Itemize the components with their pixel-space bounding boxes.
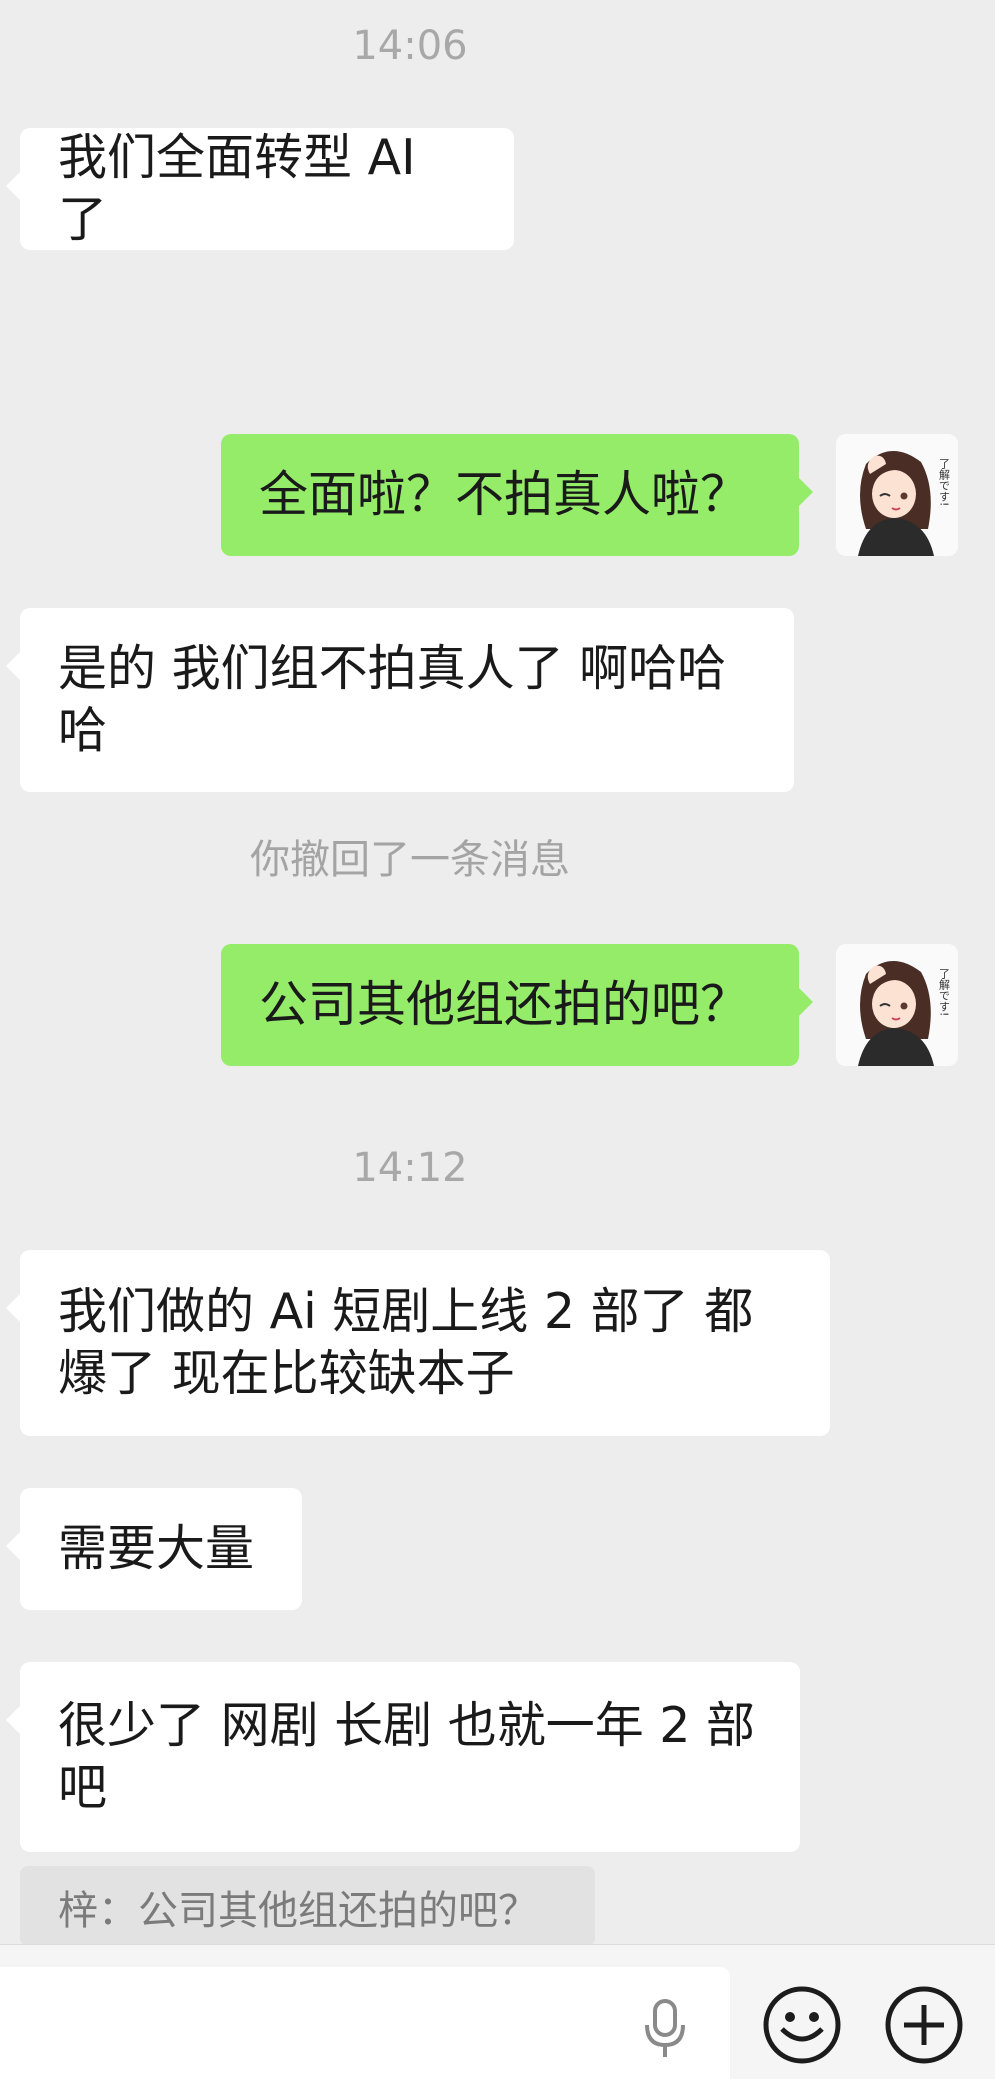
message-text: 我们做的 Ai 短剧上线 2 部了 都爆了 现在比较缺本子 <box>58 1283 754 1402</box>
message-text: 全面啦？不拍真人啦？ <box>259 466 750 523</box>
message-bubble-incoming[interactable]: 需要大量 <box>6 1488 302 1610</box>
message-bubble-incoming[interactable]: 我们全面转型 AI 了 <box>6 128 514 250</box>
timestamp: 14:06 <box>352 23 468 69</box>
user-avatar[interactable]: 了解です! <box>836 944 958 1066</box>
timestamp: 14:12 <box>352 1145 468 1191</box>
recall-notice: 你撤回了一条消息 <box>250 837 570 883</box>
quoted-text: 梓：公司其他组还拍的吧？ <box>58 1888 538 1934</box>
message-text: 是的 我们组不拍真人了 啊哈哈哈 <box>58 640 727 759</box>
user-avatar[interactable]: 了解です! <box>836 434 958 556</box>
sticker-text: 了解です! <box>938 458 951 507</box>
message-text: 很少了 网剧 长剧 也就一年 2 部吧 <box>58 1697 756 1816</box>
quoted-message[interactable]: 梓：公司其他组还拍的吧？ <box>20 1866 595 1946</box>
plus-icon[interactable] <box>884 1985 964 2065</box>
anime-girl-avatar-icon: 了解です! <box>836 944 958 1066</box>
input-bar <box>0 1944 995 2079</box>
message-bubble-incoming[interactable]: 我们做的 Ai 短剧上线 2 部了 都爆了 现在比较缺本子 <box>6 1250 830 1436</box>
message-bubble-outgoing[interactable]: 公司其他组还拍的吧？ <box>221 944 813 1066</box>
message-text: 公司其他组还拍的吧？ <box>259 976 750 1033</box>
message-bubble-incoming[interactable]: 是的 我们组不拍真人了 啊哈哈哈 <box>6 608 794 792</box>
message-bubble-outgoing[interactable]: 全面啦？不拍真人啦？ <box>221 434 813 556</box>
emoji-icon[interactable] <box>762 1985 842 2065</box>
microphone-icon[interactable] <box>640 1997 690 2061</box>
message-text: 我们全面转型 AI 了 <box>58 129 416 248</box>
message-text: 需要大量 <box>58 1520 255 1577</box>
message-input[interactable] <box>0 1967 730 2079</box>
sticker-text: 了解です! <box>938 968 951 1017</box>
message-bubble-incoming[interactable]: 很少了 网剧 长剧 也就一年 2 部吧 <box>6 1662 800 1852</box>
anime-girl-avatar-icon: 了解です! <box>836 434 958 556</box>
